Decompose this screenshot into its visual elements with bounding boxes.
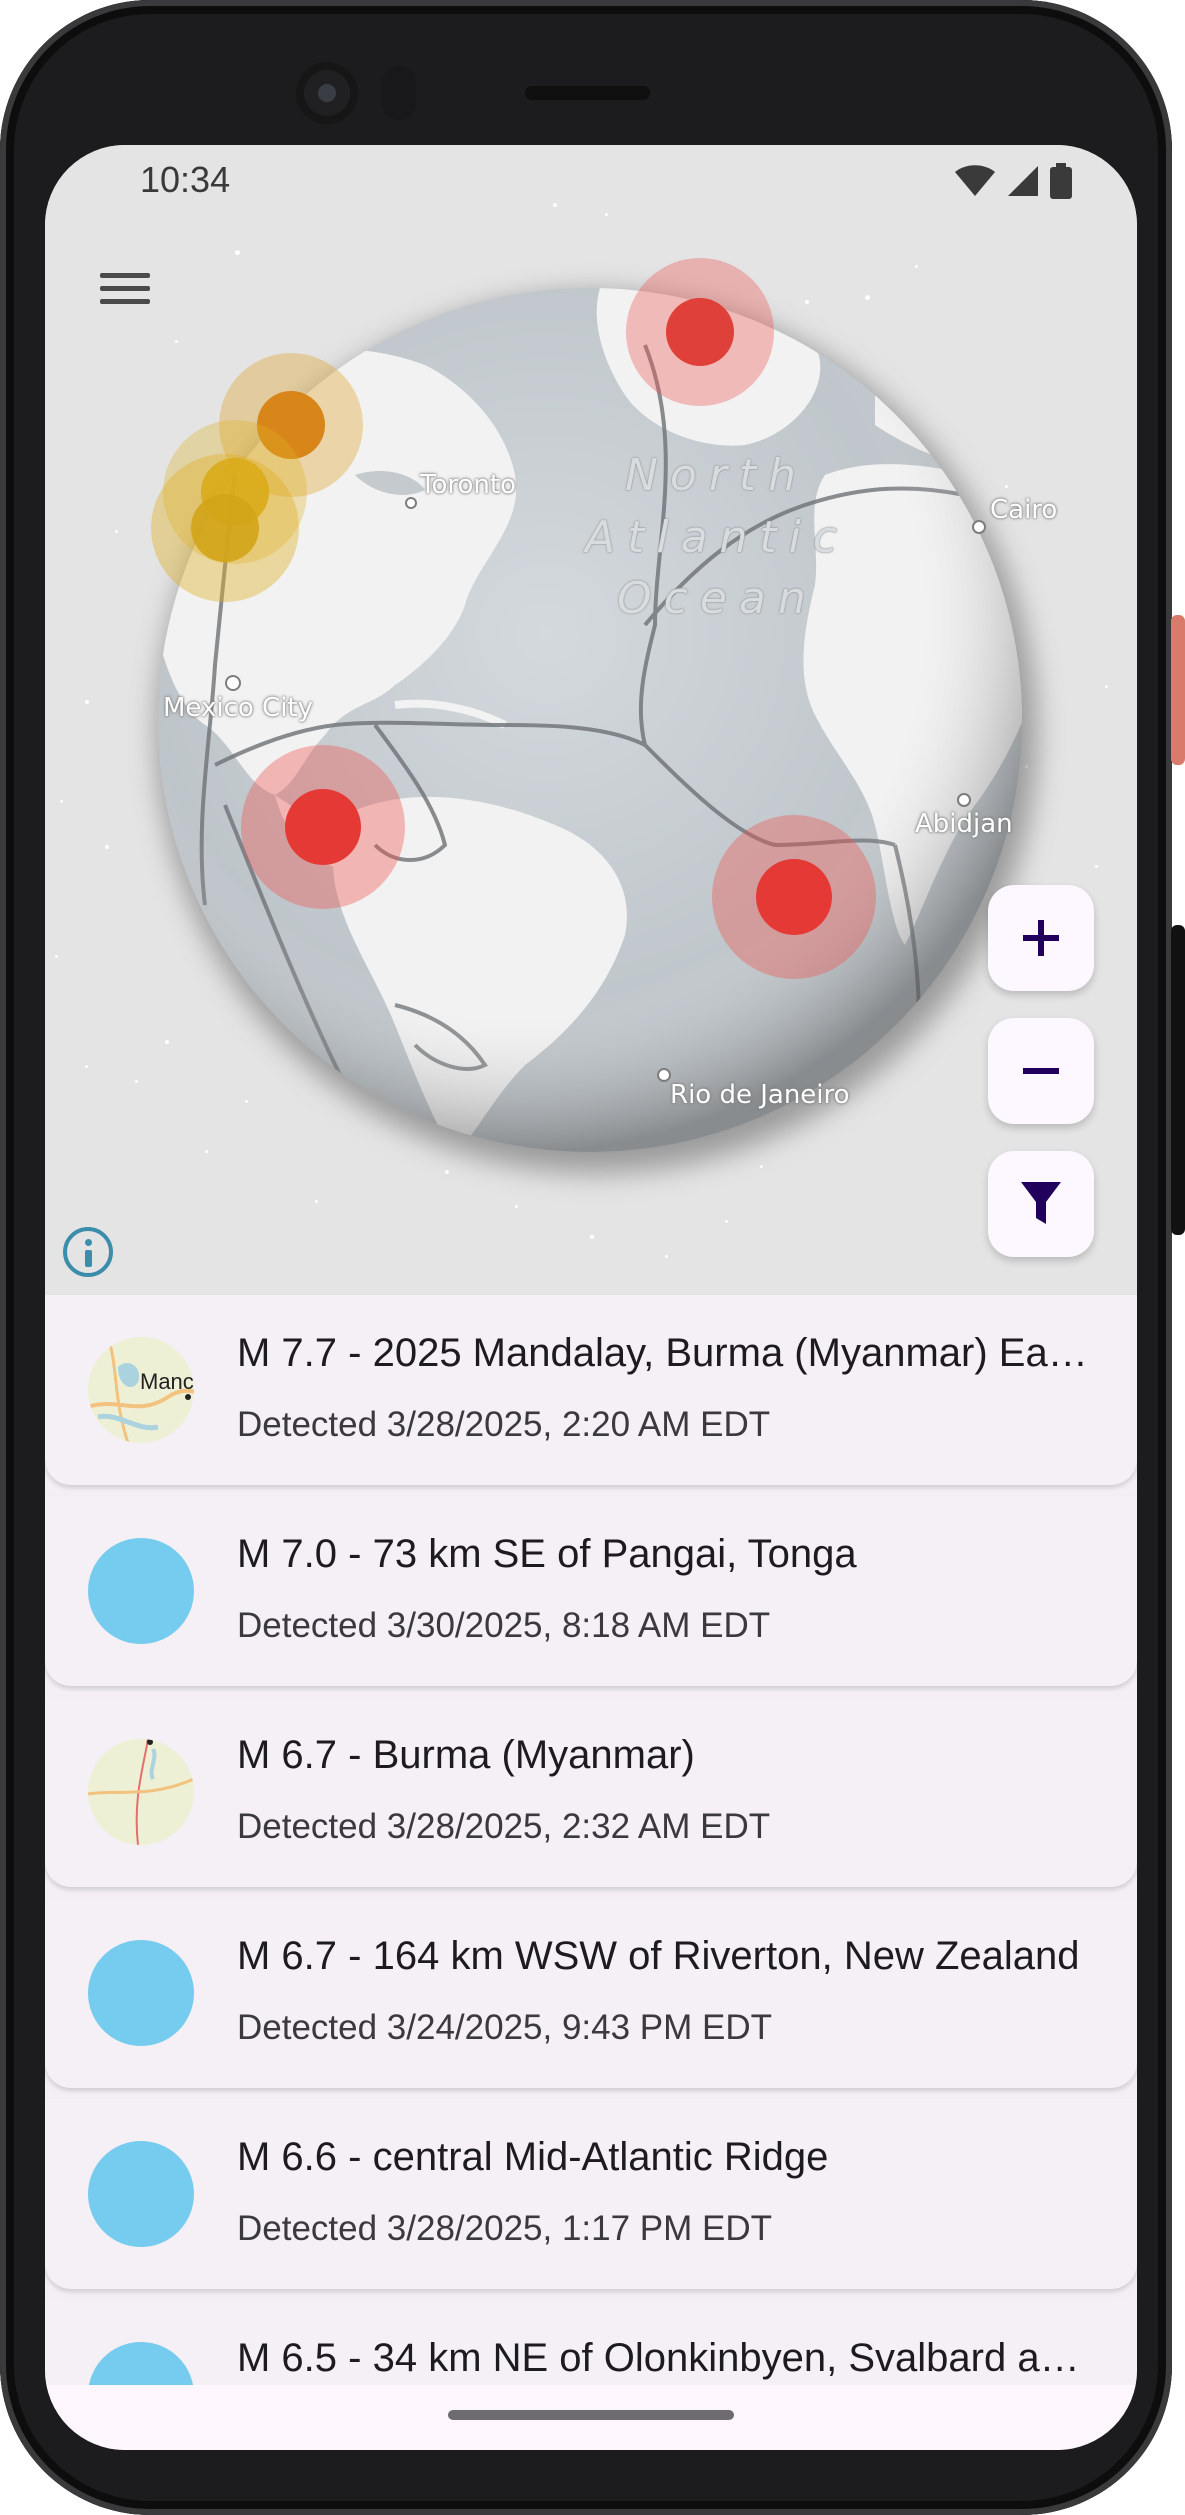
list-item[interactable]: M 6.5 - 34 km NE of Olonkinbyen, Svalbar…: [45, 2300, 1137, 2385]
quake-title: M 6.7 - Burma (Myanmar): [237, 1733, 695, 1777]
quake-title: M 6.5 - 34 km NE of Olonkinbyen, Svalbar…: [237, 2336, 1097, 2380]
city-dot-rio: [657, 1068, 671, 1082]
map-thumbnail: Manc: [88, 1337, 194, 1443]
quake-detected-time: Detected 3/28/2025, 1:17 PM EDT: [237, 2209, 773, 2248]
list-item[interactable]: M 6.6 - central Mid-Atlantic Ridge Detec…: [45, 2099, 1137, 2289]
label-abidjan: Abidjan: [915, 809, 1013, 839]
proximity-sensor: [382, 66, 416, 120]
ocean-label-line-2: Atlantic: [585, 512, 850, 563]
quake-title: M 6.7 - 164 km WSW of Riverton, New Zeal…: [237, 1934, 1080, 1978]
zoom-out-button[interactable]: [988, 1018, 1094, 1124]
quake-detected-time: Detected 3/28/2025, 2:32 AM EDT: [237, 1807, 771, 1846]
quake-thumbnail: [88, 1940, 194, 2046]
earpiece-speaker: [525, 86, 650, 100]
list-item[interactable]: M 7.0 - 73 km SE of Pangai, Tonga Detect…: [45, 1496, 1137, 1686]
city-dot-mexico-city: [225, 675, 241, 691]
power-button: [1171, 615, 1185, 765]
map-thumbnail: [88, 1739, 194, 1845]
list-item[interactable]: Manc M 7.7 - 2025 Mandalay, Burma (Myanm…: [45, 1295, 1137, 1485]
info-button[interactable]: [63, 1227, 113, 1277]
quake-marker: [756, 859, 832, 935]
label-toronto: Toronto: [420, 470, 516, 500]
label-rio-de-janeiro: Rio de Janeiro: [670, 1080, 850, 1110]
filter-button[interactable]: [988, 1151, 1094, 1257]
city-dot-toronto: [405, 497, 417, 509]
menu-icon: [100, 273, 150, 278]
quake-thumbnail: [88, 1538, 194, 1644]
quake-detected-time: Detected 3/24/2025, 9:43 PM EDT: [237, 2008, 773, 2047]
plus-icon: [1023, 920, 1059, 956]
city-dot-abidjan: [957, 793, 971, 807]
quake-thumbnail: [88, 2342, 194, 2385]
volume-button: [1171, 925, 1185, 1235]
quake-marker: [666, 298, 734, 366]
quake-thumbnail: [88, 2141, 194, 2247]
status-bar: 10:34: [45, 145, 1137, 225]
quake-title: M 6.6 - central Mid-Atlantic Ridge: [237, 2135, 829, 2179]
quake-marker: [191, 494, 259, 562]
earthquake-list[interactable]: Manc M 7.7 - 2025 Mandalay, Burma (Myanm…: [45, 1295, 1137, 2385]
filter-icon: [1021, 1182, 1061, 1224]
ocean-label-line-3: Ocean: [617, 573, 818, 624]
list-item[interactable]: M 6.7 - Burma (Myanmar) Detected 3/28/20…: [45, 1697, 1137, 1887]
globe-map[interactable]: Toronto Cairo Mexico City Abidjan Rio de…: [45, 145, 1137, 1295]
svg-text:Manc: Manc: [140, 1369, 194, 1394]
ocean-label-line-1: North: [625, 450, 809, 501]
menu-button[interactable]: [95, 265, 155, 315]
list-item[interactable]: M 6.7 - 164 km WSW of Riverton, New Zeal…: [45, 1898, 1137, 2088]
info-icon: [85, 1239, 92, 1246]
quake-title: M 7.7 - 2025 Mandalay, Burma (Myanmar) E…: [237, 1331, 1097, 1375]
label-cairo: Cairo: [990, 495, 1058, 525]
battery-icon: [1050, 163, 1072, 199]
home-gesture-handle[interactable]: [448, 2410, 734, 2420]
label-mexico-city: Mexico City: [163, 693, 314, 723]
quake-detected-time: Detected 3/30/2025, 8:18 AM EDT: [237, 1606, 771, 1645]
city-dot-cairo: [972, 520, 986, 534]
quake-marker: [285, 789, 361, 865]
quake-title: M 7.0 - 73 km SE of Pangai, Tonga: [237, 1532, 857, 1576]
quake-detected-time: Detected 3/28/2025, 2:20 AM EDT: [237, 1405, 771, 1444]
front-camera: [296, 62, 358, 124]
wifi-icon: [955, 165, 995, 196]
minus-icon: [1023, 1068, 1059, 1074]
status-icons: [954, 161, 1072, 201]
zoom-in-button[interactable]: [988, 885, 1094, 991]
cell-signal-icon: [1008, 166, 1038, 196]
screen: Toronto Cairo Mexico City Abidjan Rio de…: [45, 145, 1137, 2450]
status-time: 10:34: [140, 159, 231, 200]
